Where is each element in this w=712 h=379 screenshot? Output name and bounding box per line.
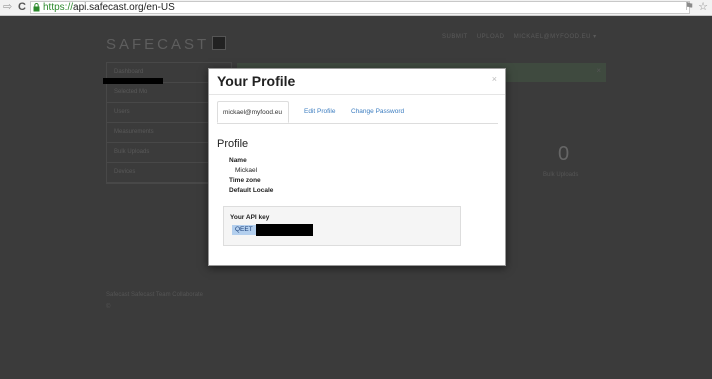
- reload-icon[interactable]: C: [18, 1, 26, 14]
- top-nav: SUBMIT UPLOAD MICKAEL@MYFOOD.EU ▾: [442, 33, 604, 40]
- profile-modal: Your Profile × mickael@myfood.eu Edit Pr…: [208, 68, 506, 266]
- nav-submit[interactable]: SUBMIT: [442, 34, 468, 40]
- back-arrow-icon[interactable]: ⇨: [3, 1, 12, 14]
- safecast-logo[interactable]: SAFECAST: [106, 36, 227, 53]
- footer-copyright: ©: [106, 304, 111, 310]
- redaction-bar: [255, 224, 313, 236]
- address-bar[interactable]: https://api.safecast.org/en-US: [30, 1, 690, 14]
- timezone-label: Time zone: [229, 177, 261, 184]
- lock-icon: [33, 3, 40, 12]
- stat-label: Bulk Uploads: [543, 172, 579, 178]
- close-icon[interactable]: ×: [596, 66, 601, 75]
- api-key-panel: Your API key QEET: [223, 206, 461, 246]
- name-value: Mickael: [235, 167, 258, 174]
- redaction-bar: [103, 78, 163, 84]
- tab-edit-profile[interactable]: Edit Profile: [299, 101, 340, 123]
- api-key-text[interactable]: QEET: [232, 225, 256, 235]
- star-icon[interactable]: ☆: [698, 1, 708, 13]
- name-label: Name: [229, 157, 247, 164]
- url-text: https://api.safecast.org/en-US: [43, 2, 175, 13]
- nav-user-menu[interactable]: MICKAEL@MYFOOD.EU ▾: [514, 34, 597, 40]
- footer-text: Safecast Safecast Team Collaborate: [106, 292, 203, 298]
- profile-tabs: mickael@myfood.eu Edit Profile Change Pa…: [217, 101, 498, 124]
- close-icon[interactable]: ×: [492, 74, 497, 84]
- api-key-value[interactable]: QEET: [232, 224, 313, 236]
- browser-toolbar: ⇨ C https://api.safecast.org/en-US ⚑ ☆: [0, 0, 712, 16]
- section-title: Profile: [217, 138, 249, 150]
- modal-title: Your Profile: [217, 73, 296, 89]
- tab-change-password[interactable]: Change Password: [346, 101, 409, 123]
- logo-mark-icon: [212, 36, 227, 50]
- modal-divider: [209, 94, 505, 95]
- locale-label: Default Locale: [229, 187, 274, 194]
- tab-account[interactable]: mickael@myfood.eu: [217, 101, 289, 123]
- extension-icon[interactable]: ⚑: [684, 1, 694, 13]
- stat-count: 0: [558, 143, 570, 165]
- nav-upload[interactable]: UPLOAD: [477, 34, 505, 40]
- api-key-label: Your API key: [230, 214, 270, 221]
